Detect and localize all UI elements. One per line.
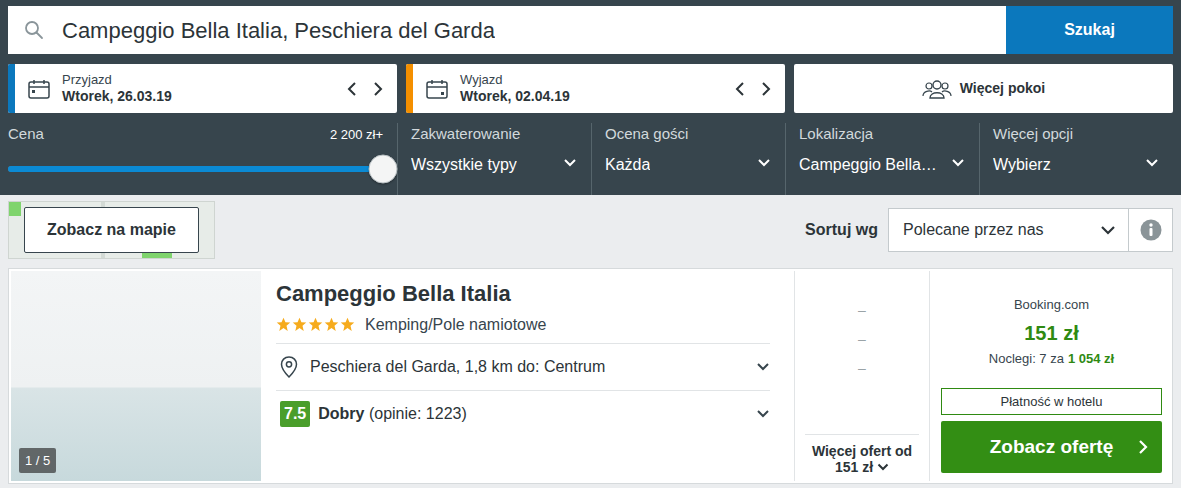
filter-value[interactable]: Każda	[605, 155, 650, 176]
chevron-down-icon[interactable]	[756, 362, 770, 372]
chevron-right-icon[interactable]	[759, 81, 773, 97]
result-card: 1 / 5 Campeggio Bella Italia Kemping/Pol…	[8, 268, 1173, 484]
checkin-value[interactable]: Wtorek, 26.03.19	[62, 88, 333, 105]
review-count: (opinie: 1223)	[369, 405, 467, 422]
checkout-field[interactable]: Wyjazd Wtorek, 02.04.19	[406, 64, 785, 113]
filter-dropdown[interactable]: Ocena gości Każda	[591, 123, 785, 195]
chevron-down-icon[interactable]	[756, 409, 770, 419]
filter-dropdown[interactable]: Lokalizacja Campeggio Bella…	[785, 123, 979, 195]
image-counter: 1 / 5	[19, 448, 56, 474]
star-icon	[308, 317, 323, 332]
chevron-down-icon[interactable]	[877, 463, 889, 471]
calendar-icon	[426, 79, 448, 99]
top-bar: Campeggio Bella Italia, Peschiera del Ga…	[0, 0, 1181, 195]
rooms-button[interactable]: Więcej pokoi	[794, 64, 1173, 113]
filter-dropdown[interactable]: Więcej opcji Wybierz	[979, 123, 1173, 195]
chevron-left-icon[interactable]	[733, 81, 747, 97]
map-button[interactable]: Zobacz na mapie	[24, 207, 199, 253]
star-icon	[340, 317, 355, 332]
calendar-icon	[28, 79, 50, 99]
accommodation-type: Kemping/Pole namiotowe	[365, 313, 546, 337]
price-filter: Cena 2 200 zł+	[8, 123, 397, 195]
filter-value[interactable]: Wybierz	[993, 155, 1051, 176]
checkin-field[interactable]: Przyjazd Wtorek, 26.03.19	[8, 64, 397, 113]
more-offers-price[interactable]: 151 zł	[835, 459, 873, 475]
info-button[interactable]	[1129, 208, 1173, 252]
filter-label: Więcej opcji	[993, 125, 1159, 143]
search-icon	[24, 20, 44, 40]
checkout-value[interactable]: Wtorek, 02.04.19	[460, 88, 721, 105]
chevron-right-icon[interactable]	[371, 81, 385, 97]
deal-price: 151 zł	[941, 322, 1162, 344]
map-thumbnail[interactable]: Zobacz na mapie	[8, 201, 215, 259]
location-text: Peschiera del Garda, 1,8 km do: Centrum	[310, 355, 744, 379]
price-reading: 2 200 zł+	[330, 125, 383, 145]
search-field[interactable]: Campeggio Bella Italia, Peschiera del Ga…	[8, 6, 1006, 54]
sort-value[interactable]: Polecane przez nas	[903, 218, 1044, 242]
more-offers-button[interactable]: Więcej ofert od 151 zł	[805, 434, 919, 481]
chevron-right-icon	[1138, 439, 1148, 455]
filter-label: Zakwaterowanie	[411, 125, 577, 143]
filter-label: Ocena gości	[605, 125, 771, 143]
location-pin-icon	[280, 356, 298, 378]
sort-select[interactable]: Polecane przez nas	[888, 208, 1129, 252]
chevron-down-icon[interactable]	[1145, 158, 1159, 168]
star-icon	[276, 317, 291, 332]
checkout-stripe	[406, 64, 413, 113]
search-value[interactable]: Campeggio Bella Italia, Peschiera del Ga…	[62, 14, 495, 47]
chevron-down-icon[interactable]	[563, 158, 577, 168]
search-button[interactable]: Szukaj	[1006, 6, 1173, 54]
price-slider[interactable]	[8, 166, 383, 172]
filter-dropdown[interactable]: Zakwaterowanie Wszystkie typy	[397, 123, 591, 195]
checkin-stripe	[8, 64, 15, 113]
deal-total: 1 054 zł	[1068, 351, 1114, 366]
checkin-label: Przyjazd	[62, 72, 333, 88]
checkout-label: Wyjazd	[460, 72, 721, 88]
view-deal-button[interactable]: Zobacz ofertę	[941, 421, 1162, 473]
rating-label: Dobry	[318, 405, 364, 422]
payment-badge: Płatność w hotelu	[941, 388, 1162, 416]
sort-label: Sortuj wg	[805, 218, 878, 242]
star-icon	[324, 317, 339, 332]
filter-value[interactable]: Campeggio Bella…	[799, 155, 937, 176]
rooms-label[interactable]: Więcej pokoi	[960, 78, 1045, 99]
filter-label: Lokalizacja	[799, 125, 965, 143]
offer-placeholder: –	[858, 329, 866, 350]
view-deal-label[interactable]: Zobacz ofertę	[990, 433, 1114, 462]
hotel-photo[interactable]: 1 / 5	[11, 271, 261, 481]
deal-provider: Booking.com	[941, 295, 1162, 315]
offer-placeholder: –	[858, 358, 866, 379]
chevron-left-icon[interactable]	[345, 81, 359, 97]
location-row[interactable]: Peschiera del Garda, 1,8 km do: Centrum	[276, 344, 770, 391]
chevron-down-icon	[1100, 225, 1116, 235]
rating-score: 7.5	[280, 401, 310, 426]
info-icon	[1140, 219, 1162, 241]
chevron-down-icon[interactable]	[951, 158, 965, 168]
offer-placeholder: –	[858, 300, 866, 321]
chevron-down-icon[interactable]	[757, 158, 771, 168]
price-slider-thumb[interactable]	[369, 154, 398, 183]
filter-value[interactable]: Wszystkie typy	[411, 155, 517, 176]
price-slider-fill	[8, 166, 383, 172]
hotel-title[interactable]: Campeggio Bella Italia	[276, 280, 770, 308]
deal-nights: Noclegi: 7 za	[989, 351, 1064, 366]
people-icon	[922, 78, 952, 100]
star-rating	[276, 317, 355, 332]
price-label: Cena	[8, 125, 44, 143]
rating-row[interactable]: 7.5 Dobry (opinie: 1223)	[276, 391, 770, 438]
more-offers-text[interactable]: Więcej ofert od	[805, 443, 919, 459]
star-icon	[292, 317, 307, 332]
